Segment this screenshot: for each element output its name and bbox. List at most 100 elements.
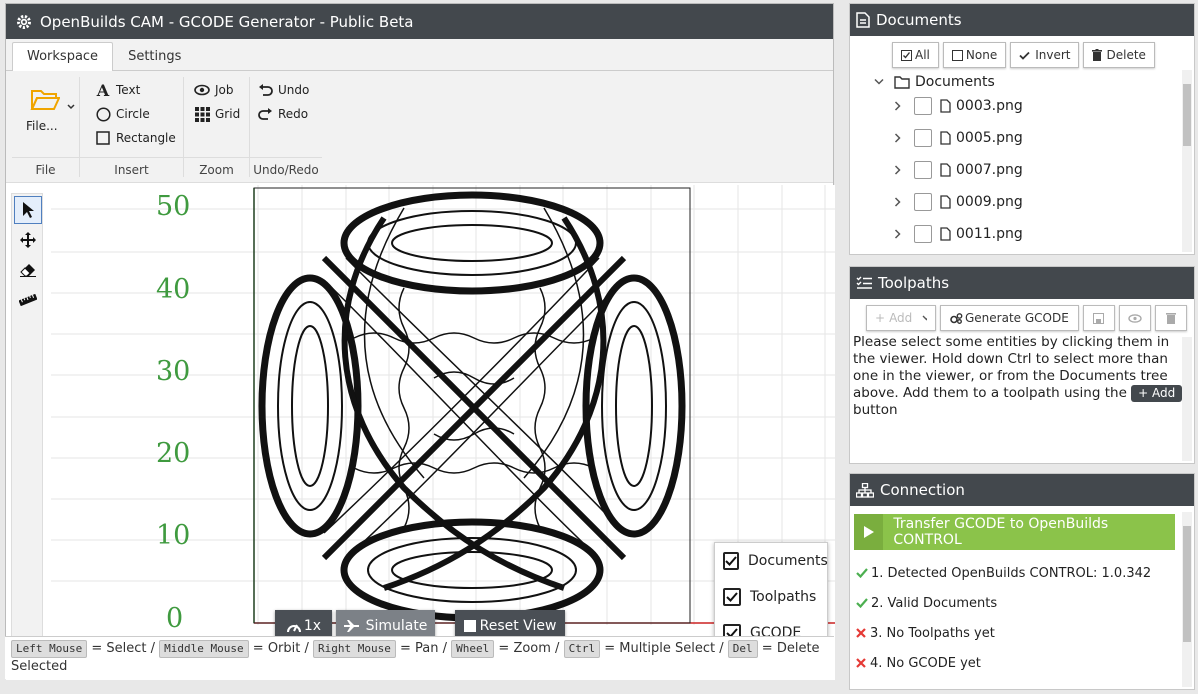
checkbox-checked-icon (723, 552, 739, 570)
invert-selection-button[interactable]: Invert (1010, 42, 1080, 68)
y-tick: 10 (156, 520, 191, 551)
redo-label: Redo (278, 107, 309, 121)
select-none-button[interactable]: None (942, 42, 1007, 68)
tree-file-row[interactable]: 0011.png (894, 218, 1023, 250)
status-bar: Left Mouse = Select / Middle Mouse = Orb… (5, 636, 834, 679)
tab-workspace[interactable]: Workspace (12, 42, 114, 71)
hint-text: = Multiple Select / (604, 641, 724, 656)
3d-viewer[interactable]: 50 40 30 20 10 0 Documents Toolpaths GCO… (6, 185, 835, 680)
viewer-toolbar (11, 193, 43, 641)
file-checkbox[interactable] (914, 161, 932, 179)
add-toolpath-button[interactable]: + Add (866, 305, 936, 331)
tree-file-row[interactable]: 0005.png (894, 122, 1023, 154)
checklist-item: 4. No GCODE yet (850, 648, 1151, 678)
toolpaths-message: Please select some entities by clicking … (853, 334, 1170, 401)
file-label: File... (26, 119, 58, 133)
zoom-job-button[interactable]: Job (193, 78, 249, 102)
toolpaths-message-end: button (853, 402, 898, 418)
redo-button[interactable]: Redo (256, 102, 322, 126)
celtic-knot-drawing (258, 191, 686, 622)
connection-checklist: 1. Detected OpenBuilds CONTROL: 1.0.342 … (850, 558, 1151, 678)
checklist-text: 3. No Toolpaths yet (870, 625, 995, 641)
checkbox-checked-icon (723, 588, 741, 606)
documents-panel: Documents All None Invert Delete Documen… (849, 3, 1195, 255)
tree-file-row[interactable]: 0003.png (894, 90, 1023, 122)
insert-circle-label: Circle (116, 107, 150, 121)
undo-group: Undo Redo Undo/Redo (250, 77, 322, 177)
file-button[interactable]: File... (26, 87, 76, 135)
show-documents-toggle[interactable]: Documents (715, 543, 828, 579)
show-toolpaths-toggle[interactable]: Toolpaths (715, 579, 827, 615)
tree-file-row[interactable]: 0009.png (894, 186, 1023, 218)
x-icon (856, 658, 866, 668)
check-icon (856, 568, 868, 578)
main-window: OpenBuilds CAM - GCODE Generator - Publi… (5, 3, 835, 680)
toolpaths-scrollbar[interactable] (1182, 337, 1192, 461)
zoom-group: Job Grid Zoom (184, 77, 250, 177)
chevron-right-icon (894, 197, 901, 207)
chevron-down-icon (67, 104, 75, 110)
ruler-icon (19, 294, 37, 306)
delete-documents-button[interactable]: Delete (1083, 42, 1155, 68)
kbd-left-mouse: Left Mouse (11, 640, 88, 658)
hint-text: Selected (11, 659, 68, 674)
ribbon: File... File A Text Circle Rectangle Inse… (6, 71, 833, 183)
undo-button[interactable]: Undo (256, 78, 322, 102)
measure-tool-button[interactable] (14, 286, 42, 314)
generate-gcode-label: Generate GCODE (965, 311, 1069, 325)
toolpaths-title: Toolpaths (878, 274, 950, 292)
kbd-del: Del (727, 640, 758, 658)
simulate-label: Simulate (365, 618, 428, 634)
select-all-button[interactable]: All (892, 42, 939, 68)
documents-scrollbar[interactable] (1182, 70, 1192, 252)
hint-text: = Zoom / (498, 641, 560, 656)
cogs-icon (950, 312, 963, 324)
file-icon (940, 131, 951, 145)
file-checkbox[interactable] (914, 225, 932, 243)
toolpaths-panel: Toolpaths + Add Generate GCODE Please sel… (849, 266, 1195, 464)
tree-file-row[interactable]: 0007.png (894, 154, 1023, 186)
kbd-right-mouse: Right Mouse (313, 640, 396, 658)
insert-rectangle-button[interactable]: Rectangle (94, 126, 183, 150)
kbd-ctrl: Ctrl (563, 640, 601, 658)
check-icon (856, 598, 868, 608)
clear-toolpaths-button[interactable] (1154, 305, 1187, 331)
undo-icon (256, 83, 274, 98)
check-icon (1019, 51, 1030, 60)
connection-panel: Connection Transfer GCODE to OpenBuilds … (849, 473, 1195, 690)
chevron-right-icon (894, 133, 901, 143)
insert-rectangle-label: Rectangle (116, 131, 176, 145)
select-tool-button[interactable] (14, 196, 42, 224)
view-gcode-button[interactable] (1118, 305, 1151, 331)
move-tool-button[interactable] (14, 226, 42, 254)
tab-settings[interactable]: Settings (113, 42, 196, 70)
zoom-grid-button[interactable]: Grid (193, 102, 249, 126)
reset-view-label: Reset View (479, 618, 557, 634)
file-name: 0003.png (956, 98, 1023, 114)
folder-open-icon (30, 90, 60, 110)
transfer-gcode-button[interactable]: Transfer GCODE to OpenBuilds CONTROL (854, 514, 1175, 550)
plane-icon (343, 620, 359, 632)
file-checkbox[interactable] (914, 97, 932, 115)
file-checkbox[interactable] (914, 129, 932, 147)
file-checkbox[interactable] (914, 193, 932, 211)
text-icon: A (96, 80, 110, 100)
file-name: 0011.png (956, 226, 1023, 242)
eye-icon (1128, 313, 1142, 323)
eraser-tool-button[interactable] (14, 256, 42, 284)
insert-text-button[interactable]: A Text (94, 78, 183, 102)
chevron-right-icon (894, 165, 901, 175)
insert-caption: Insert (80, 157, 183, 177)
zoom-caption: Zoom (184, 157, 249, 177)
file-icon (940, 163, 951, 177)
save-icon (1093, 312, 1105, 324)
plus-icon: + (1138, 386, 1153, 400)
save-gcode-button[interactable] (1082, 305, 1115, 331)
insert-circle-button[interactable]: Circle (94, 102, 183, 126)
checklist-item: 3. No Toolpaths yet (850, 618, 1151, 648)
generate-gcode-button[interactable]: Generate GCODE (940, 305, 1079, 331)
connection-scrollbar[interactable] (1182, 512, 1192, 687)
gear-icon (17, 14, 31, 29)
toolpaths-toolbar: + Add Generate GCODE (866, 305, 1187, 331)
trash-icon (1165, 313, 1176, 324)
